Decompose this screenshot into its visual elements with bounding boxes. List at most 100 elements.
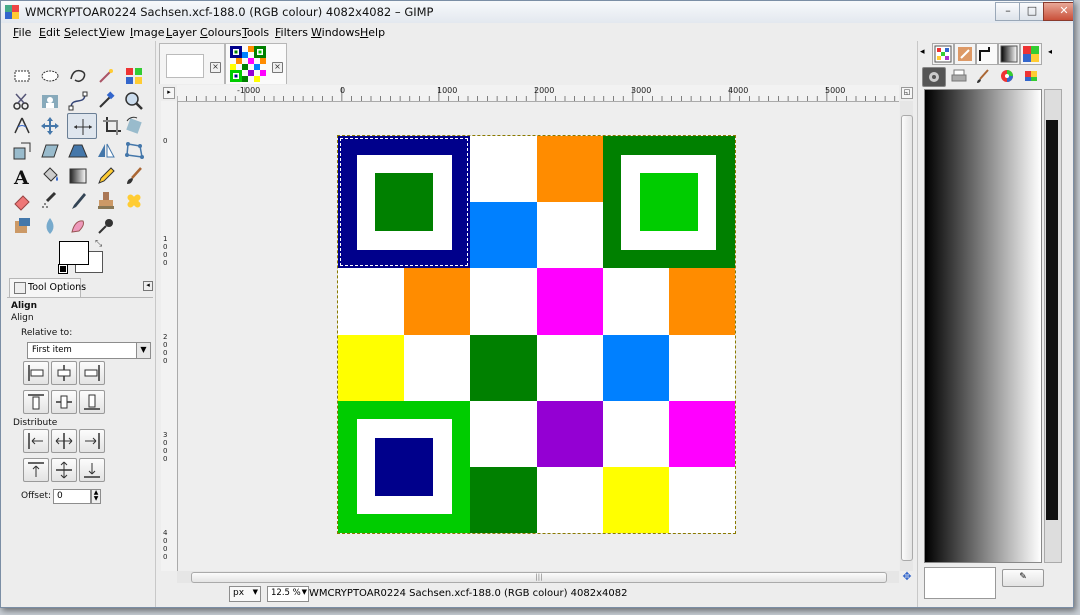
menu-image[interactable]: Image	[130, 26, 164, 39]
gradient-preview[interactable]	[924, 89, 1042, 563]
cage-icon[interactable]	[123, 140, 145, 162]
heal-icon[interactable]	[123, 190, 145, 212]
fuzzy-select-icon[interactable]	[95, 65, 117, 87]
menu-file[interactable]: File	[13, 26, 31, 39]
menu-filters[interactable]: Filters	[275, 26, 308, 39]
image-canvas[interactable]	[337, 135, 736, 534]
rect-select-icon[interactable]	[11, 65, 33, 87]
minimize-button[interactable]: –	[995, 2, 1021, 21]
blur-icon[interactable]	[39, 215, 61, 237]
menu-windows[interactable]: Windows	[311, 26, 360, 39]
eraser-icon[interactable]	[11, 190, 33, 212]
crop-icon[interactable]	[101, 115, 123, 137]
offset-input[interactable]: 0	[53, 489, 91, 504]
menu-colours[interactable]: Colours	[200, 26, 241, 39]
unit-select[interactable]: px ▼	[229, 586, 261, 602]
color-picker-icon[interactable]	[95, 90, 117, 112]
vertical-scroll-thumb[interactable]	[901, 115, 913, 561]
quick-mask-corner[interactable]: ▸	[163, 87, 175, 99]
align-right-edge-button[interactable]	[79, 361, 105, 385]
image-tab-2[interactable]: ×	[225, 43, 287, 84]
close-button[interactable]: ✕	[1043, 2, 1073, 21]
menu-edit[interactable]: Edit	[39, 26, 60, 39]
swap-colors-icon[interactable]: ⤡	[95, 239, 102, 249]
tab-swatches[interactable]	[1020, 67, 1042, 85]
horizontal-ruler[interactable]: -1000 0 1000 2000 3000 4000 5000	[177, 85, 899, 102]
navigate-icon[interactable]: ✥	[901, 571, 913, 583]
foreground-select-icon[interactable]	[39, 90, 61, 112]
menu-view[interactable]: View	[99, 26, 125, 39]
perspective-clone-icon[interactable]	[11, 215, 33, 237]
offset-spin-button[interactable]: ▲ ▼	[91, 489, 101, 504]
ink-icon[interactable]	[67, 190, 89, 212]
tab-device-status[interactable]	[948, 67, 970, 85]
reset-colors-icon[interactable]	[58, 264, 68, 274]
vertical-ruler[interactable]: 0 1000 2000 3000 4000	[161, 101, 178, 571]
tab-patterns[interactable]	[932, 43, 954, 65]
vertical-scrollbar[interactable]	[900, 101, 913, 571]
text-tool-icon[interactable]: A	[11, 165, 33, 189]
airbrush-icon[interactable]	[39, 190, 61, 212]
paintbrush-icon[interactable]	[123, 165, 145, 187]
canvas-viewport[interactable]	[178, 102, 899, 571]
distribute-middle-button[interactable]	[51, 458, 77, 482]
align-center-horizontal-button[interactable]	[51, 361, 77, 385]
tab-palettes[interactable]	[1020, 43, 1042, 65]
navigate-corner-icon[interactable]: ◱	[901, 87, 913, 99]
shear-icon[interactable]	[39, 140, 61, 162]
maximize-button[interactable]: □	[1019, 2, 1045, 21]
image-tab-1[interactable]: ×	[159, 43, 225, 84]
tab-tool-options[interactable]: Tool Options	[9, 278, 86, 297]
close-tab-2-icon[interactable]: ×	[272, 62, 283, 73]
menu-help[interactable]: Help	[360, 26, 385, 39]
dock-scroll-left-icon[interactable]: ◂	[920, 47, 925, 57]
distribute-top-button[interactable]	[23, 458, 49, 482]
pencil-icon[interactable]	[95, 165, 117, 187]
menu-tools[interactable]: Tools	[242, 26, 269, 39]
select-by-color-icon[interactable]	[123, 65, 145, 87]
tab-brushes[interactable]	[954, 43, 976, 65]
flip-icon[interactable]	[95, 140, 117, 162]
ellipse-select-icon[interactable]	[39, 65, 61, 87]
dock-menu-icon[interactable]: ◂	[1048, 47, 1052, 56]
horizontal-scroll-thumb[interactable]: |||	[191, 572, 887, 583]
zoom-select[interactable]: 12.5 % ▼	[267, 586, 309, 602]
tab-brush-dynamics[interactable]	[972, 67, 994, 85]
tab-paths-dock[interactable]	[976, 43, 998, 65]
move-icon[interactable]	[39, 115, 61, 137]
scale-icon[interactable]	[11, 140, 33, 162]
free-select-icon[interactable]	[67, 65, 89, 87]
paths-icon[interactable]	[67, 90, 89, 112]
align-tool-icon[interactable]	[67, 113, 97, 139]
dock-scroll-thumb[interactable]	[1046, 120, 1058, 520]
rotate-icon[interactable]	[123, 115, 145, 137]
zoom-icon[interactable]	[123, 90, 145, 112]
bucket-fill-icon[interactable]	[39, 165, 61, 187]
menu-layer[interactable]: Layer	[166, 26, 197, 39]
brush-preview[interactable]	[924, 567, 996, 599]
distribute-center-button[interactable]	[51, 429, 77, 453]
tab-gradients[interactable]	[998, 43, 1020, 65]
edit-gradient-button[interactable]: ✎	[1002, 569, 1044, 587]
clone-icon[interactable]	[95, 190, 117, 212]
distribute-right-button[interactable]	[79, 429, 105, 453]
distribute-bottom-button[interactable]	[79, 458, 105, 482]
align-left-edge-button[interactable]	[23, 361, 49, 385]
perspective-icon[interactable]	[67, 140, 89, 162]
configure-tab-icon[interactable]: ◂	[143, 281, 153, 291]
smudge-icon[interactable]	[67, 215, 89, 237]
tab-colours[interactable]	[996, 67, 1018, 85]
dodge-burn-icon[interactable]	[95, 215, 117, 237]
relative-to-select[interactable]: First item ▼	[27, 342, 151, 359]
close-tab-1-icon[interactable]: ×	[210, 62, 221, 73]
blend-icon[interactable]	[67, 165, 89, 187]
scissors-select-icon[interactable]	[11, 90, 33, 112]
align-middle-vertical-button[interactable]	[51, 390, 77, 414]
align-top-edge-button[interactable]	[23, 390, 49, 414]
distribute-left-button[interactable]	[23, 429, 49, 453]
measure-icon[interactable]	[11, 115, 33, 137]
tab-tool-presets[interactable]	[922, 67, 946, 87]
dock-scrollbar[interactable]	[1044, 89, 1062, 563]
horizontal-scrollbar[interactable]: |||	[177, 571, 899, 583]
align-bottom-edge-button[interactable]	[79, 390, 105, 414]
